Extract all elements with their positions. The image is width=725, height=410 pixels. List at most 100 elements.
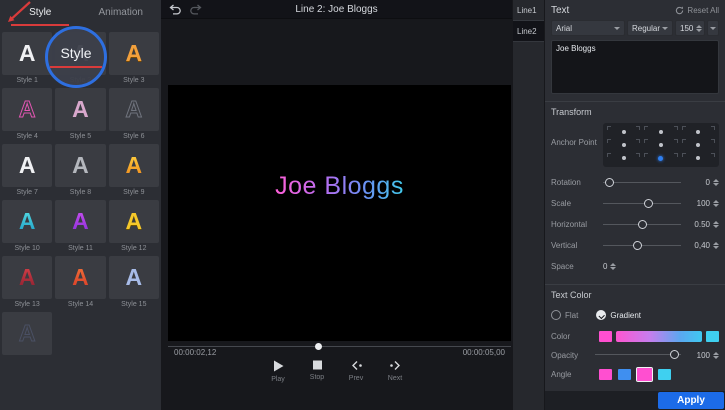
next-icon [389,360,402,371]
font-size-stepper[interactable]: 150 [675,20,705,36]
style-item[interactable]: AStyle 12 [109,200,159,253]
angle-swatch[interactable] [599,369,612,380]
style-item[interactable]: AStyle 14 [55,256,105,309]
style-item[interactable]: AStyle 15 [109,256,159,309]
spinner-icon[interactable] [713,200,719,207]
spinner-icon[interactable] [713,242,719,249]
redo-icon[interactable] [189,4,202,15]
vertical-value-box[interactable]: 0,40 [685,241,719,250]
style-item[interactable]: A Style 6 [109,88,159,141]
angle-swatch-selected[interactable] [637,368,652,381]
horizontal-value-box[interactable]: 0.50 [685,220,719,229]
style-label: Style 6 [109,132,159,141]
style-label: Style 12 [109,244,159,253]
anchor-cell[interactable] [605,152,642,165]
gradient-preview-bar[interactable] [616,331,702,342]
font-family-select[interactable]: Arial [551,20,625,36]
spinner-icon[interactable] [713,221,719,228]
style-item[interactable]: AStyle 5 [55,88,105,141]
scale-value-box[interactable]: 100 [685,199,719,208]
opacity-label: Opacity [551,351,595,360]
anchor-cell-selected[interactable] [642,152,679,165]
anchor-cell[interactable] [605,125,642,138]
annotation-callout-label: Style [60,45,91,61]
play-button[interactable]: Play [265,360,291,383]
style-item[interactable]: AStyle 9 [109,144,159,197]
anchor-cell[interactable] [680,138,717,151]
reset-icon [675,6,684,15]
prev-label: Prev [349,375,363,382]
angle-swatch[interactable] [618,369,631,380]
annotation-red-underline [50,66,102,68]
style-letter: A [72,210,89,233]
flat-radio[interactable]: Flat [551,310,578,320]
spinner-icon[interactable] [610,263,616,270]
style-item[interactable]: AStyle 4 [2,88,52,141]
anchor-cell[interactable] [642,138,679,151]
scale-slider[interactable] [603,198,681,210]
anchor-cell[interactable] [605,138,642,151]
preview-title: Line 2: Joe Bloggs [161,4,512,15]
horizontal-value: 0.50 [694,220,710,229]
spinner-icon[interactable] [696,25,702,32]
text-content-input[interactable]: Joe Bloggs [551,40,719,94]
rotation-slider[interactable] [603,177,681,189]
style-item[interactable]: AStyle 10 [2,200,52,253]
line-item-1[interactable]: Line1 [513,0,544,21]
style-item[interactable]: AStyle 3 [109,32,159,85]
undo-icon[interactable] [169,4,182,15]
font-style-select[interactable]: Regular [627,20,673,36]
radio-icon [551,310,561,320]
scale-label: Scale [551,199,603,208]
play-icon [273,360,284,372]
style-item[interactable]: AStyle 11 [55,200,105,253]
opacity-value-box[interactable]: 100 [685,351,719,360]
next-label: Next [388,375,402,382]
scale-value: 100 [697,199,710,208]
canvas-text[interactable]: Joe Bloggs [275,172,404,201]
style-label [2,356,52,365]
style-label: Style 4 [2,132,52,141]
gradient-radio[interactable]: Gradient [596,310,641,320]
prev-button[interactable]: Prev [343,360,369,383]
vertical-slider[interactable] [603,240,681,252]
style-letter: A [126,98,143,121]
style-letter: A [126,154,143,177]
font-size-dropdown[interactable] [707,20,719,36]
stop-button[interactable]: Stop [304,360,330,383]
transport-controls: Play Stop Prev Next [161,360,512,383]
opacity-slider[interactable] [595,349,681,361]
line-list: Line1 Line2 [512,0,545,410]
timeline[interactable]: 00:00:02,12 00:00:05,00 [168,341,511,357]
style-item[interactable]: A [2,312,52,365]
playhead-handle[interactable] [315,343,322,350]
apply-button[interactable]: Apply [658,392,724,409]
space-value-box[interactable]: 0 [603,262,637,271]
anchor-point-grid[interactable] [603,123,719,167]
style-letter: A [19,42,36,65]
spinner-icon[interactable] [713,352,719,359]
gradient-end-swatch[interactable] [706,331,719,342]
tab-animation[interactable]: Animation [81,7,162,18]
style-item[interactable]: AStyle 8 [55,144,105,197]
opacity-value: 100 [697,351,710,360]
anchor-cell[interactable] [642,125,679,138]
anchor-cell[interactable] [680,125,717,138]
style-item[interactable]: AStyle 13 [2,256,52,309]
next-button[interactable]: Next [382,360,408,383]
horizontal-slider[interactable] [603,219,681,231]
text-color-section-title: Text Color [545,290,725,300]
style-item[interactable]: AStyle 7 [2,144,52,197]
chevron-down-icon [614,27,620,30]
style-letter: A [126,42,143,65]
rotation-value-box[interactable]: 0 [685,178,719,187]
spinner-icon[interactable] [713,179,719,186]
anchor-cell[interactable] [680,152,717,165]
reset-all-button[interactable]: Reset All [675,6,719,15]
style-letter: A [72,98,89,121]
timeline-track [168,346,511,347]
gradient-start-swatch[interactable] [599,331,612,342]
line-item-2[interactable]: Line2 [513,21,544,42]
angle-swatch[interactable] [658,369,671,380]
reset-all-label: Reset All [687,6,719,15]
